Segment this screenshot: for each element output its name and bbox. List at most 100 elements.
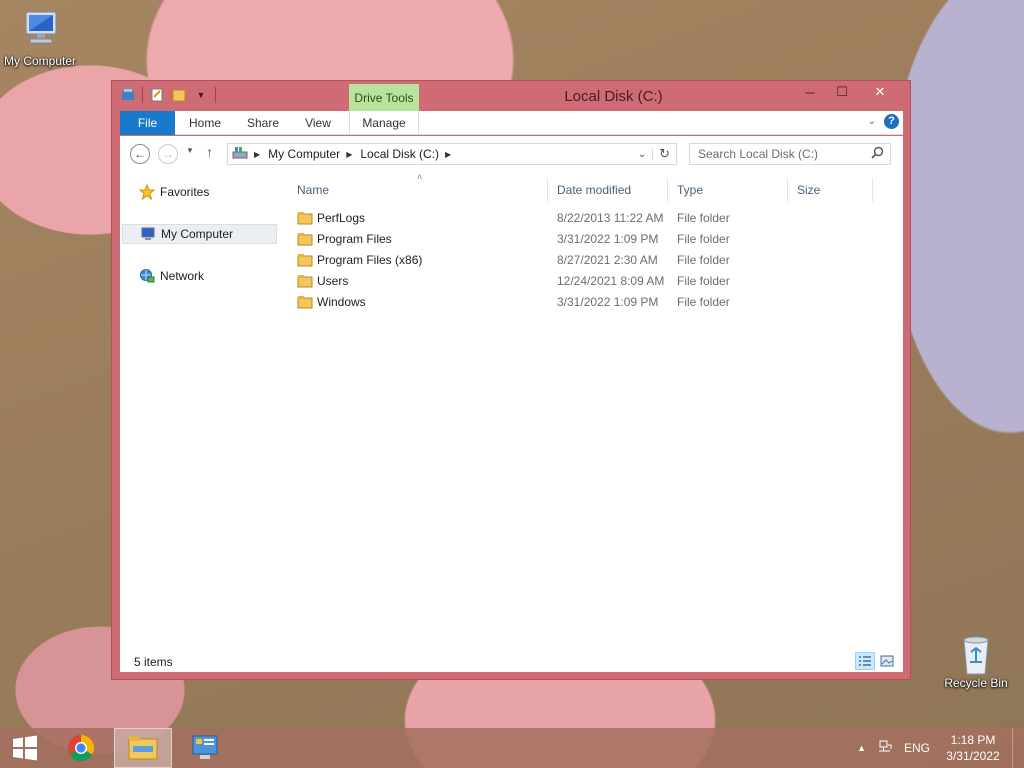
file-type: File folder [677,232,730,246]
status-bar: 5 items [120,652,903,672]
folder-icon [297,274,313,288]
breadcrumb-separator[interactable]: ▶ [445,150,451,159]
file-type: File folder [677,211,730,225]
ribbon-tabs: File Home Share View Manage ⌄ ? [120,111,903,135]
table-row[interactable]: Users 12/24/2021 8:09 AM File folder [295,271,895,292]
desktop-icon-recycle-bin[interactable]: Recycle Bin [936,632,1016,690]
column-header-name[interactable]: Name [297,178,329,202]
computer-icon [18,10,62,50]
folder-icon [297,211,313,225]
minimize-button[interactable]: ─ [794,81,826,103]
file-type: File folder [677,274,730,288]
nav-item-my-computer[interactable]: My Computer [122,224,277,244]
window-controls: ─ ☐ ✕ [794,81,902,103]
folder-icon [297,295,313,309]
sort-ascending-icon: ˄ [417,172,423,182]
clock-date: 3/31/2022 [946,749,1000,763]
table-row[interactable]: PerfLogs 8/22/2013 11:22 AM File folder [295,208,895,229]
clock[interactable]: 1:18 PM 3/31/2022 [938,732,1008,764]
breadcrumb-local-disk[interactable]: Local Disk (C:) [360,147,439,161]
refresh-icon[interactable]: ↻ [653,146,676,162]
maximize-button[interactable]: ☐ [826,81,858,103]
chrome-icon [67,734,95,762]
show-hidden-icons-icon[interactable]: ▲ [857,743,866,753]
column-header-size[interactable]: Size [797,178,820,202]
file-date-modified: 3/31/2022 1:09 PM [557,232,659,246]
file-type: File folder [677,253,730,267]
tab-file[interactable]: File [120,111,175,135]
language-indicator[interactable]: ENG [904,741,930,755]
nav-item-label: Favorites [160,185,210,199]
start-button[interactable] [0,728,50,768]
file-type: File folder [677,295,730,309]
navigation-bar: ← → ▼ ↑ ▶ My Computer ▶ Local Disk (C:) … [120,136,903,172]
nav-item-favorites[interactable]: Favorites [122,182,277,202]
file-name: Users [317,274,349,288]
file-name: Windows [317,295,366,309]
column-divider[interactable] [872,178,873,202]
star-icon [138,184,156,200]
content-area: Favorites My Computer Network Name ˄ Dat… [120,172,903,652]
tab-share[interactable]: Share [238,111,288,135]
computer-icon [139,226,157,242]
breadcrumb-my-computer[interactable]: My Computer [268,147,340,161]
address-bar[interactable]: ▶ My Computer ▶ Local Disk (C:) ▶ ⌄ ↻ [227,143,677,165]
control-panel-icon [192,735,218,759]
breadcrumb-separator[interactable]: ▶ [254,150,260,159]
column-divider[interactable] [547,178,548,202]
desktop-icon-label: My Computer [3,54,77,68]
search-placeholder: Search Local Disk (C:) [698,147,819,161]
column-header-date-modified[interactable]: Date modified [557,178,631,202]
file-date-modified: 8/27/2021 2:30 AM [557,253,658,267]
table-row[interactable]: Program Files 3/31/2022 1:09 PM File folde… [295,229,895,250]
back-button[interactable]: ← [130,144,150,164]
large-icons-view-button[interactable] [877,652,897,670]
desktop-icon-label: Recycle Bin [944,676,1008,690]
column-divider[interactable] [787,178,788,202]
tab-manage[interactable]: Manage [349,111,419,135]
file-name: PerfLogs [317,211,366,225]
taskbar-control-panel[interactable] [176,728,234,768]
close-button[interactable]: ✕ [858,81,902,103]
breadcrumb-separator[interactable]: ▶ [346,150,352,159]
file-date-modified: 12/24/2021 8:09 AM [557,274,665,288]
up-arrow-icon[interactable]: ↑ [206,144,213,160]
taskbar: ▲ ENG 1:18 PM 3/31/2022 [0,728,1024,768]
file-name: Program Files (x86) [317,253,423,267]
windows-logo-icon [13,735,37,761]
system-tray: ▲ ENG 1:18 PM 3/31/2022 [857,728,1024,768]
nav-item-label: Network [160,269,205,283]
details-view-button[interactable] [855,652,875,670]
navigation-pane: Favorites My Computer Network [120,172,280,652]
help-icon[interactable]: ? [884,114,899,129]
column-divider[interactable] [667,178,668,202]
column-header-type[interactable]: Type [677,178,703,202]
recent-locations-icon[interactable]: ▼ [186,146,194,155]
taskbar-chrome[interactable] [52,728,110,768]
drive-icon [232,146,248,163]
nav-item-network[interactable]: Network [122,266,277,286]
file-list: Name ˄ Date modified Type Size PerfLogs 8… [295,172,903,652]
network-icon [138,268,156,284]
item-count: 5 items [134,655,173,669]
search-input[interactable]: Search Local Disk (C:) [689,143,891,165]
ribbon-right-controls: ⌄ ? [868,114,899,129]
address-dropdown-icon[interactable]: ⌄ [632,148,654,160]
table-row[interactable]: Program Files (x86) 8/27/2021 2:30 AM File… [295,250,895,271]
table-row[interactable]: Windows 3/31/2022 1:09 PM File folder [295,292,895,313]
details-view-icon [859,656,871,666]
search-icon[interactable] [871,146,884,162]
network-tray-icon[interactable] [878,740,892,757]
taskbar-file-explorer[interactable] [114,728,172,768]
file-date-modified: 8/22/2013 11:22 AM [557,211,664,225]
show-desktop-button[interactable] [1012,728,1024,768]
forward-button[interactable]: → [158,144,178,164]
tab-view[interactable]: View [294,111,342,135]
recycle-bin-icon [954,632,998,675]
tab-home[interactable]: Home [180,111,230,135]
large-icons-view-icon [880,655,894,667]
title-bar[interactable]: ▼ Drive Tools Local Disk (C:) ─ ☐ ✕ [112,81,910,112]
window-title: Local Disk (C:) [564,88,663,105]
desktop-icon-my-computer[interactable]: My Computer [0,10,80,68]
expand-ribbon-icon[interactable]: ⌄ [868,116,876,127]
